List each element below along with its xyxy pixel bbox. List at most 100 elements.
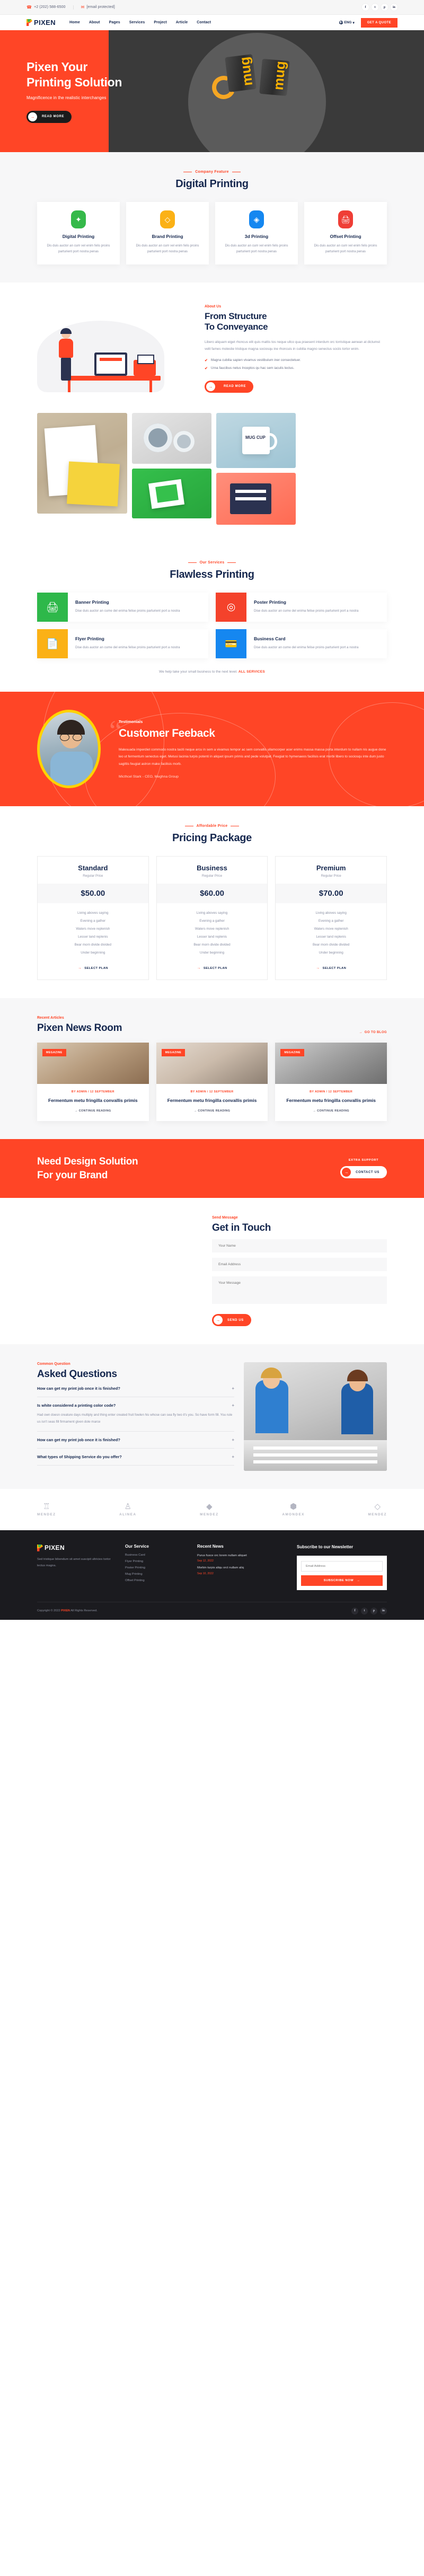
nav-item-project[interactable]: Project (154, 21, 166, 24)
blog-card[interactable]: MEGAZINE BY ADMIN / 12 SEPTEMBER Ferment… (37, 1043, 149, 1121)
footer-link[interactable]: Flyer Printing (125, 1560, 189, 1563)
about-eyebrow: About Us (205, 304, 222, 308)
facebook-icon[interactable]: f (351, 1607, 358, 1615)
pinterest-icon[interactable]: p (370, 1607, 377, 1615)
service-card[interactable]: ◎ Poster Printing Dise duis auctor an cu… (216, 592, 387, 622)
arrow-right-icon: → (359, 1031, 363, 1035)
gallery-item-paper-rolls[interactable] (132, 412, 211, 464)
blog-section: Recent Articles Pixen News Room → GO TO … (0, 998, 424, 1139)
hero-read-more-button[interactable]: → READ MORE (26, 110, 72, 123)
footer-link[interactable]: Offset Printing (125, 1579, 189, 1582)
gallery-item-tshirt[interactable] (216, 472, 296, 525)
faq-question-toggle[interactable]: Is white considered a printing color cod… (37, 1403, 234, 1408)
contact-name-input[interactable] (212, 1239, 387, 1253)
topbar-phone[interactable]: ☎ +2 (202) 588-6500 (26, 5, 74, 10)
faq-eyebrow: Common Question (37, 1362, 70, 1366)
topbar-email[interactable]: ✉ [email protected] (74, 5, 115, 10)
faq-question-toggle[interactable]: What types of Shipping Service do you of… (37, 1454, 234, 1459)
project-gallery: MUG CUP (37, 410, 387, 543)
nav-item-services[interactable]: Services (129, 21, 145, 24)
pricing-plan-name: Standard (78, 864, 108, 872)
feature-card[interactable]: 🖨 Offset Printing Dis duis auctor an cum… (304, 202, 387, 264)
nav-item-pages[interactable]: Pages (109, 21, 120, 24)
contact-us-button[interactable]: → CONTACT US (340, 1166, 387, 1179)
get-a-quote-button[interactable]: GET A QUOTE (360, 17, 398, 28)
footer-link[interactable]: Business Card (125, 1554, 189, 1557)
linkedin-icon[interactable]: in (380, 1607, 387, 1615)
blog-post-title: Fermentum metu fringilla convallis primi… (167, 1098, 257, 1104)
service-card[interactable]: 💳 Business Card Dise duis auctor an cume… (216, 629, 387, 659)
feature-card[interactable]: ◇ Brand Printing Dis duis auctor an cum … (126, 202, 209, 264)
linkedin-icon[interactable]: in (391, 4, 398, 11)
plus-icon: + (232, 1403, 234, 1408)
footer-news-date: Sep 12, 2022 (197, 1559, 214, 1563)
nav-item-about[interactable]: About (89, 21, 100, 24)
nav-item-article[interactable]: Article (176, 21, 188, 24)
arrow-right-icon: → (206, 382, 215, 391)
newsletter-email-input[interactable] (301, 1560, 383, 1572)
nav-item-home[interactable]: Home (69, 21, 80, 24)
select-plan-button[interactable]: → SELECT PLAN (316, 966, 346, 970)
pinterest-icon[interactable]: p (381, 4, 388, 11)
twitter-icon[interactable]: t (361, 1607, 368, 1615)
nav-item-contact[interactable]: Contact (197, 21, 211, 24)
check-icon: ✔ (205, 366, 208, 370)
contact-message-input[interactable] (212, 1276, 387, 1304)
select-plan-button[interactable]: → SELECT PLAN (197, 966, 227, 970)
twitter-icon[interactable]: t (372, 4, 378, 11)
partner-mark-icon: ⬢ (289, 1502, 297, 1512)
footer-link[interactable]: Mug Printing (125, 1573, 189, 1576)
footer-news-item[interactable]: Morbin turpis aliqu orct nullam aliq Sep… (197, 1566, 261, 1575)
pricing-grid: Standard Regular Price $50.00 Living abo… (37, 856, 387, 981)
pricing-card-business: Business Regular Price $60.00 Living abo… (156, 856, 268, 981)
top-bar: ☎ +2 (202) 588-6500 ✉ [email protected] … (0, 0, 424, 15)
continue-reading-link[interactable]: → CONTINUE READING (281, 1109, 381, 1113)
faq-question-text: What types of Shipping Service do you of… (37, 1454, 122, 1459)
faq-question-toggle[interactable]: How can get my print job once it is fini… (37, 1386, 234, 1391)
paper-roll-icon: ◎ (216, 592, 246, 622)
hero-read-more-label: READ MORE (42, 115, 65, 119)
gallery-item-green-book[interactable] (132, 468, 211, 518)
gallery-item-mug[interactable]: MUG CUP (216, 412, 296, 468)
faq-question-toggle[interactable]: How can get my print job once it is fini… (37, 1437, 234, 1442)
blog-card[interactable]: MEGAZINE BY ADMIN / 12 SEPTEMBER Ferment… (156, 1043, 268, 1121)
plus-icon: + (232, 1454, 234, 1459)
footer-link[interactable]: Poster Printing (125, 1566, 189, 1569)
service-card-title: Flyer Printing (75, 636, 104, 642)
faq-question-text: How can get my print job once it is fini… (37, 1437, 120, 1442)
cube-icon: ◈ (249, 210, 264, 228)
language-selector[interactable]: ENG ▾ (339, 21, 355, 25)
send-us-button[interactable]: → SEND US (212, 1314, 251, 1327)
pricing-feature-list: Living aboves saying Evening a gather Wa… (276, 903, 386, 962)
continue-reading-link[interactable]: → CONTINUE READING (43, 1109, 143, 1113)
go-to-blog-link[interactable]: → GO TO BLOG (359, 1031, 387, 1034)
pricing-plan-price: $50.00 (38, 884, 148, 904)
testimonial-section: “ Testimonials Customer Feeback Malesuad… (0, 692, 424, 807)
pricing-eyebrow: Affordable Price (37, 824, 387, 828)
gallery-item-book[interactable] (37, 412, 127, 514)
arrow-right-icon: → (28, 112, 37, 121)
contact-email-input[interactable] (212, 1258, 387, 1272)
footer-news-column: Recent News Purus fusce orc lorem nullam… (197, 1544, 261, 1590)
continue-reading-link[interactable]: → CONTINUE READING (163, 1109, 262, 1113)
select-plan-button[interactable]: → SELECT PLAN (78, 966, 108, 970)
blog-card[interactable]: MEGAZINE BY ADMIN / 12 SEPTEMBER Ferment… (275, 1043, 387, 1121)
partner-logo: ♙ ALINEA (119, 1503, 136, 1516)
service-card[interactable]: 📄 Flyer Printing Dise duis auctor an cum… (37, 629, 208, 659)
all-services-link[interactable]: ALL SERVICES (238, 670, 265, 674)
footer-logo[interactable]: PIXEN (37, 1544, 117, 1551)
feature-card[interactable]: ◈ 3d Printing Dis duis auctor an cum vel… (215, 202, 298, 264)
contact-section: Send Message Get in Touch → SEND US (0, 1198, 424, 1344)
about-read-more-button[interactable]: → READ MORE (205, 380, 254, 393)
facebook-icon[interactable]: f (362, 4, 369, 11)
select-plan-label: SELECT PLAN (84, 966, 108, 970)
site-logo[interactable]: PIXEN (26, 19, 56, 27)
arrow-right-icon: → (214, 1316, 223, 1325)
subscribe-now-button[interactable]: SUBSCRIBE NOW → (301, 1575, 383, 1586)
phone-icon: ☎ (26, 4, 32, 10)
footer-news-date: Sep 10, 2022 (197, 1572, 214, 1575)
feature-card[interactable]: ✦ Digital Printing Dis duis auctor an cu… (37, 202, 120, 264)
arrow-right-icon: → (342, 1168, 351, 1177)
service-card[interactable]: 🖨 Banner Printing Dise duis auctor an cu… (37, 592, 208, 622)
footer-news-item[interactable]: Purus fusce orc lorem nullam aliquet Sep… (197, 1554, 261, 1563)
